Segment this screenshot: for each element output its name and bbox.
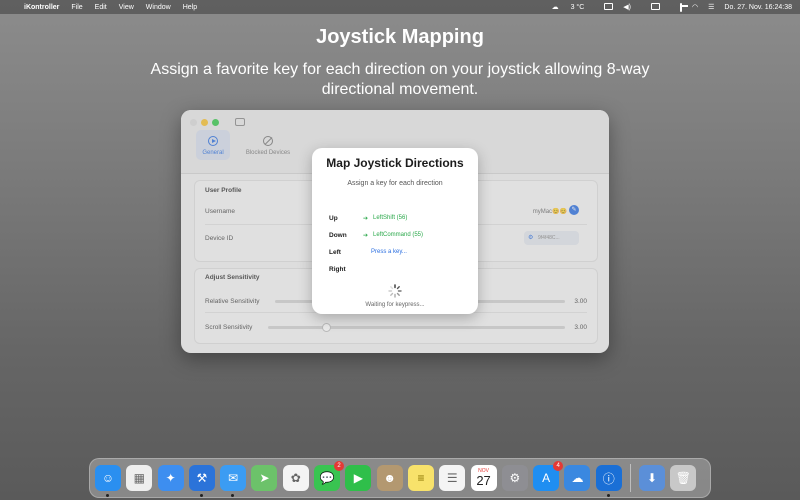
launchpad-icon[interactable]: ▦ — [126, 465, 153, 491]
safari-icon[interactable]: ✦ — [157, 465, 184, 491]
direction-row-down[interactable]: Down ➔ LeftCommand (55) — [329, 230, 423, 240]
running-indicator — [106, 494, 109, 497]
running-indicator — [231, 494, 235, 497]
control-center-icon[interactable]: ☰ — [708, 3, 714, 11]
dock-separator — [630, 464, 632, 492]
notification-badge: 2 — [334, 461, 345, 471]
direction-key: LeftCommand (55) — [373, 232, 424, 238]
maps-icon[interactable]: ➤ — [251, 465, 278, 491]
battery-icon[interactable] — [670, 2, 683, 12]
ikontroller-icon[interactable]: ⓘ — [595, 465, 622, 497]
weather-icon[interactable]: ☁ — [564, 465, 591, 491]
menu-clock[interactable]: Do. 27. Nov. 16:24:38 — [724, 4, 792, 11]
menu-app-name[interactable]: iKontroller — [24, 4, 59, 11]
keyboard-icon[interactable] — [641, 2, 661, 12]
finder-icon[interactable]: ☺ — [95, 465, 121, 497]
notes-icon[interactable]: ≡ — [407, 465, 434, 491]
running-indicator — [606, 494, 610, 497]
hero-subtitle: Assign a favorite key for each direction… — [150, 61, 650, 98]
trash-icon[interactable]: 🗑 — [670, 465, 697, 491]
downloads-stack-icon[interactable]: ⬇ — [639, 465, 666, 491]
facetime-icon[interactable]: ▶ — [345, 465, 372, 491]
direction-key: LeftShift (56) — [373, 215, 408, 221]
hero-title: Joystick Mapping — [316, 26, 484, 48]
mail-icon[interactable]: ✉ — [220, 465, 247, 497]
sheet-subtitle: Assign a key for each direction — [347, 180, 443, 187]
system-settings-icon[interactable]: ⚙ — [501, 465, 528, 491]
map-directions-sheet: Map Joystick Directions Assign a key for… — [312, 148, 478, 314]
app-store-icon[interactable]: A4 — [533, 461, 564, 491]
direction-name: Down — [329, 231, 347, 239]
weather-temp: 3 °C — [570, 4, 585, 11]
contacts-icon[interactable]: ☻ — [376, 465, 403, 491]
menu-extras: ☁ 3 °C ◀) ◠ ☰ Do. 27. Nov. 16:24:38 — [542, 2, 800, 12]
reminders-icon[interactable]: ☰ — [439, 465, 466, 491]
notification-badge: 4 — [553, 461, 564, 471]
menu-file[interactable]: File — [71, 4, 82, 11]
arrow-right-icon: ➔ — [363, 215, 369, 222]
direction-name: Left — [329, 248, 341, 256]
arrow-right-icon: ➔ — [363, 232, 369, 239]
waiting-status: Waiting for keypress... — [365, 302, 425, 308]
calendar-icon[interactable]: NOV 27 — [470, 465, 497, 491]
xcode-icon[interactable]: ⚒ — [188, 465, 215, 497]
menu-window[interactable]: Window — [146, 4, 171, 11]
messages-icon[interactable]: 💬 2 — [314, 461, 345, 491]
loading-spinner-icon — [388, 284, 402, 298]
menu-view[interactable]: View — [119, 4, 134, 11]
direction-row-up[interactable]: Up ➔ LeftShift (56) — [329, 213, 407, 223]
direction-key-prompt: Press a key... — [371, 249, 407, 255]
photos-icon[interactable]: ✿ — [282, 465, 309, 491]
direction-name: Right — [329, 265, 346, 273]
direction-row-left[interactable]: Left Press a key... — [329, 247, 407, 257]
menu-edit[interactable]: Edit — [95, 4, 107, 11]
direction-row-right[interactable]: Right — [329, 264, 357, 274]
display-icon[interactable] — [594, 2, 614, 12]
sheet-title: Map Joystick Directions — [326, 156, 464, 170]
menu-help[interactable]: Help — [183, 4, 197, 11]
wifi-icon[interactable]: ◠ — [692, 3, 698, 11]
direction-name: Up — [329, 214, 338, 222]
volume-icon[interactable]: ◀) — [623, 3, 631, 11]
dock: ☺ ▦ ✦ ⚒ ✉ ➤ ✿ 💬 2 ▶ ☻ ≡ ☰ NOV 27 ⚙ A 4 ☁ ⓘ ⬇ 🗑 — [89, 458, 711, 498]
calendar-day: 27 — [476, 473, 491, 488]
menu-bar: iKontroller File Edit View Window Help ☁… — [0, 0, 800, 14]
running-indicator — [199, 494, 203, 497]
weather-status[interactable]: ☁ 3 °C — [552, 3, 585, 11]
